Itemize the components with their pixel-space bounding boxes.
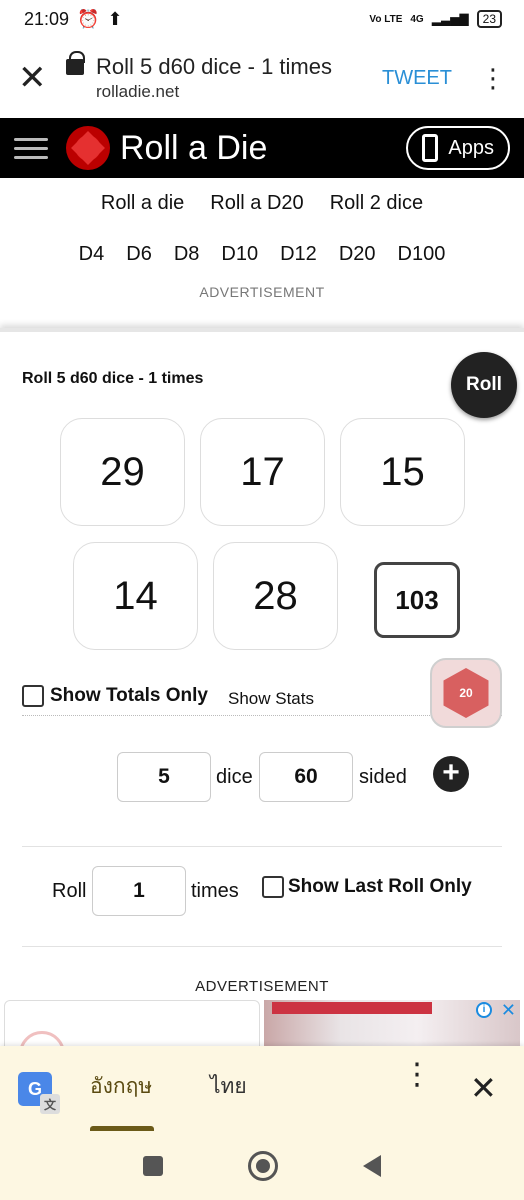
recents-icon[interactable] [142, 1156, 163, 1176]
network-type: 4G [410, 13, 424, 25]
google-translate-icon[interactable]: G [18, 1072, 60, 1114]
advertisement-label-top: ADVERTISEMENT [199, 284, 325, 300]
times-input[interactable]: 1 [92, 866, 186, 916]
site-logo-icon[interactable] [66, 126, 110, 170]
die-result: 28 [213, 542, 338, 650]
battery-level: 23 [476, 10, 502, 28]
sides-input[interactable]: 60 [259, 752, 353, 802]
browser-toolbar: ✕ Roll 5 d60 dice - 1 times rolladie.net… [0, 38, 524, 118]
die-result: 29 [60, 418, 185, 526]
show-last-roll-checkbox[interactable] [262, 876, 284, 898]
status-left: 21:09 ⏰ ⬆ [24, 9, 123, 30]
translate-more-icon[interactable]: ⋮ [402, 1060, 432, 1090]
divider [22, 846, 502, 847]
nav-link-d10[interactable]: D10 [221, 243, 258, 266]
nav-link-d12[interactable]: D12 [280, 243, 317, 266]
roll-title: Roll 5 d60 dice - 1 times [22, 370, 204, 387]
dice-label: dice [216, 766, 253, 788]
show-last-roll-option: Show Last Roll Only [262, 876, 472, 898]
lang-tab-target[interactable]: ไทย [210, 1070, 247, 1103]
nav-link-d100[interactable]: D100 [398, 243, 446, 266]
show-stats-link[interactable]: Show Stats [228, 689, 314, 709]
status-time: 21:09 [24, 8, 70, 29]
home-icon[interactable] [247, 1151, 278, 1181]
total-result: 103 [374, 562, 460, 638]
divider [22, 946, 502, 947]
nav-link-d4[interactable]: D4 [79, 243, 105, 266]
sided-label: sided [359, 766, 407, 788]
upload-icon: ⬆ [107, 8, 123, 29]
alarm-icon: ⏰ [77, 8, 100, 29]
roll-times-label: Roll [52, 880, 87, 902]
signal-icon: ▂▃▅▇ [431, 12, 469, 26]
url-host: rolladie.net [96, 82, 180, 101]
ad-close-icon[interactable]: ✕ [501, 1000, 516, 1021]
close-tab-icon[interactable]: ✕ [18, 61, 52, 95]
site-title[interactable]: Roll a Die [120, 129, 406, 168]
dice-roller-panel: Roll 5 d60 dice - 1 times Roll 29 17 15 … [0, 328, 524, 1060]
system-nav-bar [0, 1132, 524, 1200]
roll-button[interactable]: Roll [451, 352, 517, 418]
url-block[interactable]: Roll 5 d60 dice - 1 times rolladie.net [66, 51, 382, 102]
menu-icon[interactable] [14, 137, 48, 159]
status-bar: 21:09 ⏰ ⬆ Vo LTE 4G ▂▃▅▇ 23 [0, 0, 524, 38]
show-totals-checkbox[interactable] [22, 684, 44, 707]
apps-label: Apps [448, 136, 494, 159]
dice-count-input[interactable]: 5 [117, 752, 211, 802]
volte-indicator: Vo LTE [369, 13, 403, 25]
nav-link-roll-a-die[interactable]: Roll a die [101, 192, 184, 215]
translate-close-icon[interactable]: ✕ [470, 1072, 497, 1104]
nav-link-d6[interactable]: D6 [126, 243, 152, 266]
apps-button[interactable]: Apps [406, 126, 510, 170]
lock-icon [66, 51, 85, 75]
add-dice-button[interactable]: + [433, 756, 469, 792]
show-totals-label[interactable]: Show Totals Only [50, 685, 208, 707]
tweet-button[interactable]: TWEET [382, 67, 452, 90]
times-label: times [191, 880, 239, 902]
nav-link-roll-2-dice[interactable]: Roll 2 dice [330, 192, 423, 215]
lang-tab-source[interactable]: อังกฤษ [90, 1070, 152, 1103]
nav-link-roll-a-d20[interactable]: Roll a D20 [210, 192, 303, 215]
die-result: 17 [200, 418, 325, 526]
site-header: Roll a Die Apps [0, 118, 524, 178]
active-tab-indicator [90, 1126, 154, 1131]
back-icon[interactable] [363, 1155, 382, 1177]
d20-button[interactable]: 20 [430, 658, 502, 728]
d20-icon: 20 [443, 668, 489, 718]
dice-nav: D4 D6 D8 D10 D12 D20 D100 [0, 243, 524, 266]
nav-link-d20[interactable]: D20 [339, 243, 376, 266]
show-last-roll-label[interactable]: Show Last Roll Only [288, 876, 472, 898]
die-result: 15 [340, 418, 465, 526]
status-right: Vo LTE 4G ▂▃▅▇ 23 [369, 10, 502, 28]
primary-nav: Roll a die Roll a D20 Roll 2 dice [0, 192, 524, 215]
nav-link-d8[interactable]: D8 [174, 243, 200, 266]
advertisement-label-bottom: ADVERTISEMENT [195, 978, 329, 995]
page-title: Roll 5 d60 dice - 1 times [96, 54, 332, 79]
more-options-icon[interactable]: ⋮ [480, 65, 506, 91]
translate-bar: G อังกฤษ ไทย ⋮ ✕ [0, 1046, 524, 1132]
die-result: 14 [73, 542, 198, 650]
ad-info-icon[interactable]: i [476, 1002, 492, 1018]
phone-icon [422, 134, 439, 162]
